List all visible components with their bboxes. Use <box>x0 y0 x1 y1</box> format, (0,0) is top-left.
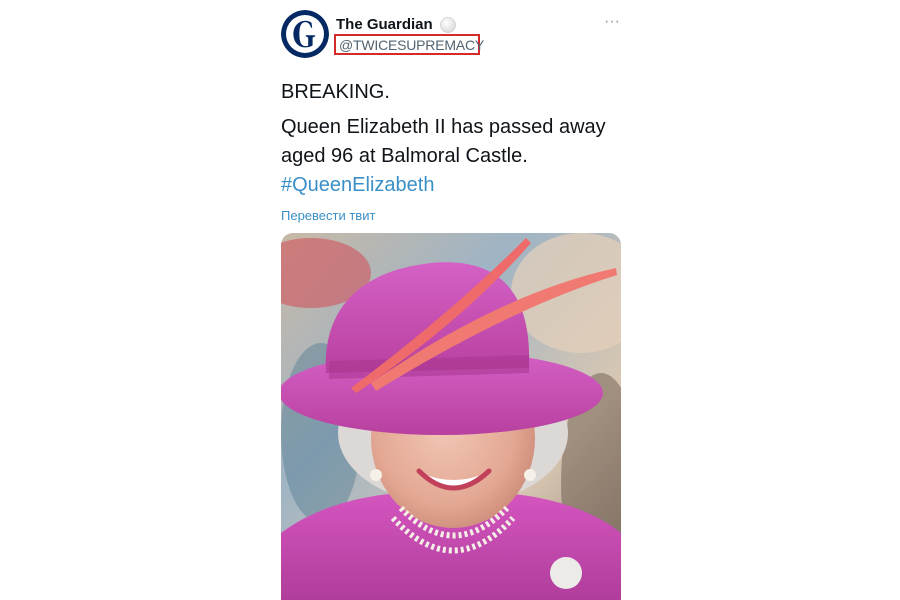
tweet-card[interactable]: The Guardian @TWICESUPREMACY ··· BREAKIN… <box>281 0 621 600</box>
author-display-name[interactable]: The Guardian <box>336 16 433 33</box>
tweet-photo[interactable] <box>281 233 621 600</box>
guardian-logo-icon <box>281 10 329 58</box>
badge-icon <box>439 16 456 33</box>
handle-highlight-box: @TWICESUPREMACY <box>334 34 484 55</box>
tweet-text-body: Queen Elizabeth II has passed away aged … <box>281 116 606 167</box>
more-options-icon[interactable]: ··· <box>602 14 622 34</box>
translate-tweet-link[interactable]: Перевести твит <box>281 208 375 223</box>
hashtag-link[interactable]: #QueenElizabeth <box>281 174 434 196</box>
guardian-avatar-icon[interactable] <box>281 10 329 58</box>
author-name[interactable]: The Guardian <box>336 16 456 33</box>
tweet-text: BREAKING. Queen Elizabeth II has passed … <box>281 78 621 200</box>
photo-of-queen-elizabeth <box>281 233 621 600</box>
author-handle[interactable]: @TWICESUPREMACY <box>339 37 484 53</box>
tweet-text-line: BREAKING. <box>281 81 390 103</box>
